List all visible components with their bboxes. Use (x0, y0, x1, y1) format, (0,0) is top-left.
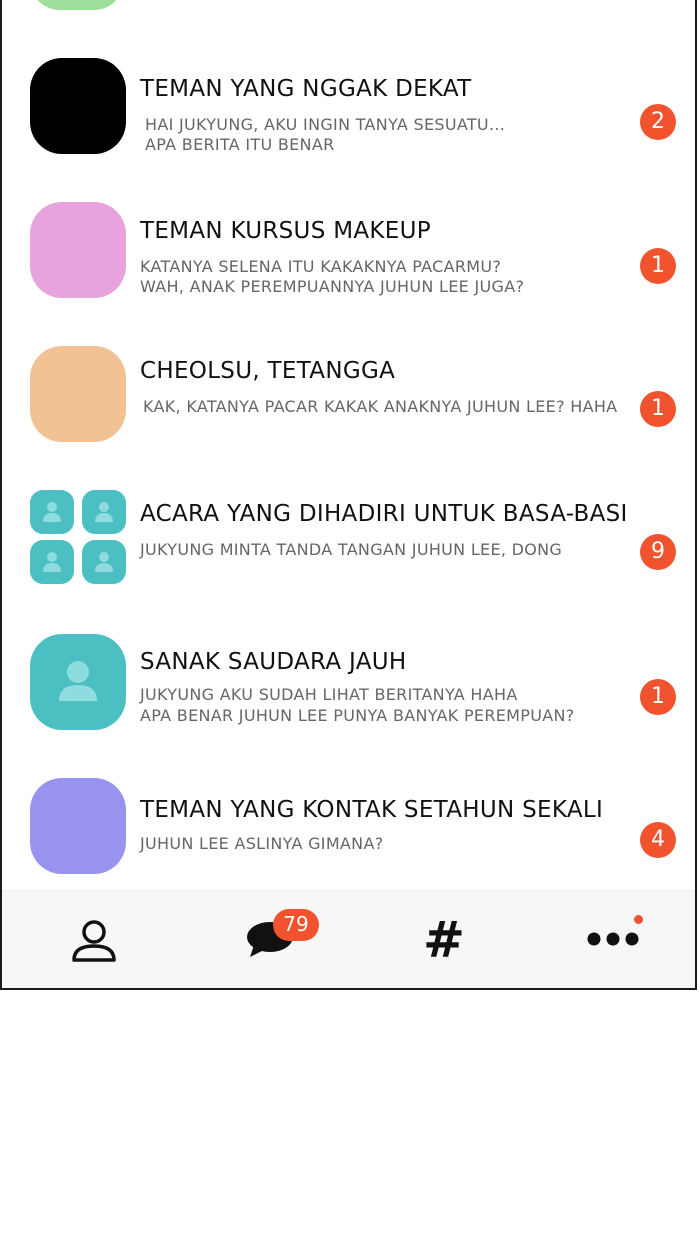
tab-hashtag[interactable]: # (387, 891, 497, 988)
chat-item-teman-kontak-setahun[interactable]: TEMAN YANG KONTAK SETAHUN SEKALI JUHUN L… (2, 778, 695, 908)
unread-badge: 1 (640, 391, 676, 427)
chat-preview-line: APA BERITA ITU BENAR (145, 135, 335, 154)
unread-badge: 1 (640, 248, 676, 284)
chat-title: ACARA YANG DIHADIRI UNTUK BASA-BASI (140, 501, 628, 527)
unread-badge: 4 (640, 822, 676, 858)
chat-item-acara-yang-dihadiri[interactable]: ACARA YANG DIHADIRI UNTUK BASA-BASI JUKY… (2, 490, 695, 620)
avatar (30, 346, 126, 442)
chat-title: SANAK SAUDARA JAUH (140, 649, 407, 675)
notification-dot (634, 915, 643, 924)
unread-badge: 9 (640, 534, 676, 570)
chat-preview-line: HAI JUKYUNG, AKU INGIN TANYA SESUATU... (145, 115, 506, 134)
chat-item-teman-yang-nggak-dekat[interactable]: TEMAN YANG NGGAK DEKAT HAI JUKYUNG, AKU … (2, 58, 695, 188)
person-icon (82, 540, 126, 584)
chat-item-cheolsu-tetangga[interactable]: CHEOLSU, TETANGGA KAK, KATANYA PACAR KAK… (2, 346, 695, 476)
unread-badge: 1 (640, 679, 676, 715)
chat-item-teman-kursus-makeup[interactable]: TEMAN KURSUS MAKEUP KATANYA SELENA ITU K… (2, 202, 695, 332)
more-icon (587, 932, 639, 946)
person-icon (59, 661, 97, 701)
chat-title: CHEOLSU, TETANGGA (140, 358, 396, 384)
chat-preview-line: APA BENAR JUHUN LEE PUNYA BANYAK PEREMPU… (140, 706, 575, 725)
hashtag-icon: # (423, 911, 465, 969)
chat-title: TEMAN KURSUS MAKEUP (140, 218, 431, 244)
chat-item-sanak-saudara-jauh[interactable]: SANAK SAUDARA JAUH JUKYUNG AKU SUDAH LIH… (2, 634, 695, 764)
chat-preview-line: KAK, KATANYA PACAR KAKAK ANAKNYA JUHUN L… (143, 397, 618, 416)
person-icon (30, 540, 74, 584)
chat-list-screen: TEMAN YANG NGGAK DEKAT HAI JUKYUNG, AKU … (0, 0, 697, 990)
chat-preview-line: JUKYUNG AKU SUDAH LIHAT BERITANYA HAHA (140, 685, 518, 704)
chat-count-badge: 79 (273, 909, 319, 941)
avatar (30, 778, 126, 874)
chat-preview-line: KATANYA SELENA ITU KAKAKNYA PACARMU? (140, 257, 502, 276)
person-icon (72, 920, 116, 962)
chat-title: TEMAN YANG KONTAK SETAHUN SEKALI (140, 797, 604, 823)
bottom-tab-bar: # (2, 890, 695, 988)
avatar (30, 202, 126, 298)
avatar[interactable] (30, 0, 124, 10)
unread-badge: 2 (640, 104, 676, 140)
chat-preview-line: JUHUN LEE ASLINYA GIMANA? (140, 834, 384, 853)
tab-more[interactable] (562, 891, 672, 988)
person-icon (30, 490, 74, 534)
avatar (30, 58, 126, 154)
chat-preview-line: WAH, ANAK PEREMPUANNYA JUHUN LEE JUGA? (140, 277, 525, 296)
tab-friends[interactable] (42, 891, 152, 988)
group-avatar (30, 490, 126, 586)
chat-preview-line: JUKYUNG MINTA TANDA TANGAN JUHUN LEE, DO… (140, 540, 563, 559)
avatar (30, 634, 126, 730)
person-icon (82, 490, 126, 534)
chat-title: TEMAN YANG NGGAK DEKAT (140, 76, 472, 102)
